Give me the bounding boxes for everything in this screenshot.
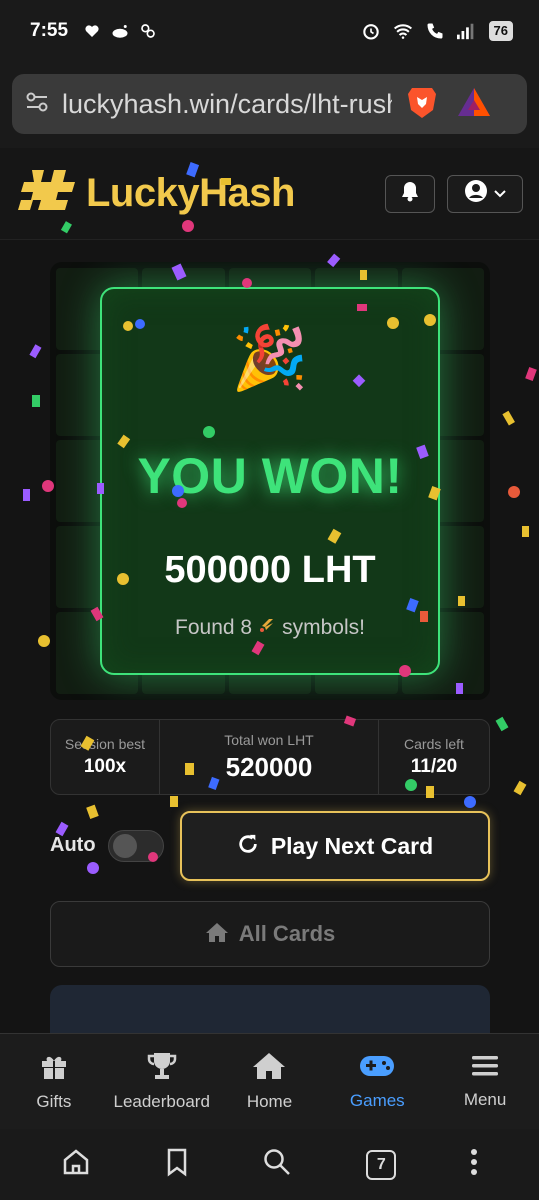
toggle-knob [113,834,137,858]
luckyhash-logo-icon[interactable] [16,166,78,221]
found-suffix: symbols! [282,616,365,639]
nav-label: Home [246,1092,293,1111]
tab-switcher-button[interactable]: 7 [366,1149,397,1180]
bookmark-icon[interactable] [165,1147,189,1182]
rocket-symbol-icon [258,616,276,640]
stat-value: 11/20 [410,756,458,777]
battery-indicator: 76 [488,21,513,41]
url-text[interactable]: luckyhash.win/cards/lht-rush [62,89,392,120]
account-menu-button[interactable] [447,174,523,213]
status-bar: 7:55 76 [0,0,539,62]
nav-label: Menu [463,1090,507,1109]
gift-icon [39,1051,69,1086]
nav-item-home[interactable]: Home [216,1034,324,1129]
call-icon [425,21,445,41]
session-stats: Session best 100x Total won LHT 520000 C… [50,719,490,795]
stat-value: 100x [83,756,127,777]
stat-value: 520000 [225,751,313,782]
more-options-icon[interactable] [470,1148,478,1181]
win-title: YOU WON! [137,448,403,504]
all-cards-label: All Cards [238,921,336,946]
stat-cards-left: Cards left 11/20 [378,720,489,794]
stat-label: Cards left [404,736,464,752]
heart-icon [82,21,102,41]
browser-home-icon[interactable] [61,1147,91,1182]
auto-play-label: Auto [50,834,96,856]
site-logo-text[interactable]: LuckyHash [86,171,295,216]
nav-item-leaderboard[interactable]: Leaderboard [108,1034,216,1129]
stat-label: Session best [64,736,146,752]
search-icon[interactable] [262,1147,292,1182]
menu-icon [470,1053,500,1084]
nav-label: Leaderboard [113,1092,210,1111]
gamepad-icon [358,1052,396,1085]
bottom-navigation: Gifts Leaderboard Home Games Menu [0,1033,539,1129]
auto-play-toggle[interactable] [108,830,164,862]
notifications-button[interactable] [385,174,435,213]
play-next-card-label: Play Next Card [270,832,434,859]
browser-address-area: luckyhash.win/cards/lht-rush [0,62,539,148]
found-prefix: Found 8 [175,616,253,639]
scratch-card: 🎉 YOU WON! 500000 LHT Found 8 symbols! [50,262,490,700]
reddit-icon [110,21,130,41]
stat-session-best: Session best 100x [51,720,159,794]
home-icon [205,921,229,948]
win-overlay: 🎉 YOU WON! 500000 LHT Found 8 symbols! [100,287,440,675]
found-symbols-text: Found 8 symbols! [175,616,365,640]
trophy-icon [146,1051,178,1086]
site-header: LuckyHash [0,148,539,240]
nav-label: Games [349,1091,405,1110]
signal-icon [456,21,477,41]
play-next-card-button[interactable]: Play Next Card [180,811,490,881]
wifi-icon [393,21,413,41]
nav-item-gifts[interactable]: Gifts [0,1034,108,1129]
nav-item-menu[interactable]: Menu [431,1034,539,1129]
nav-label: Gifts [36,1092,72,1111]
stat-total-won: Total won LHT 520000 [159,720,378,794]
home-icon [252,1051,286,1086]
stat-label: Total won LHT [224,731,314,748]
user-icon [464,179,488,208]
chevron-down-icon [494,185,506,203]
bell-icon [400,180,420,207]
alarm-icon [361,21,381,41]
party-popper-icon: 🎉 [231,324,309,393]
pinwheel-icon [138,21,158,41]
address-bar[interactable]: luckyhash.win/cards/lht-rush [12,74,527,134]
win-amount: 500000 LHT [164,549,376,591]
brave-rewards-icon[interactable] [456,86,492,123]
browser-toolbar: 7 [0,1129,539,1200]
nav-item-games[interactable]: Games [323,1034,431,1129]
site-settings-icon[interactable] [24,89,50,120]
all-cards-button[interactable]: All Cards [50,901,490,967]
status-time: 7:55 [30,20,69,41]
refresh-icon [237,833,259,860]
brave-shields-icon[interactable] [406,84,438,125]
